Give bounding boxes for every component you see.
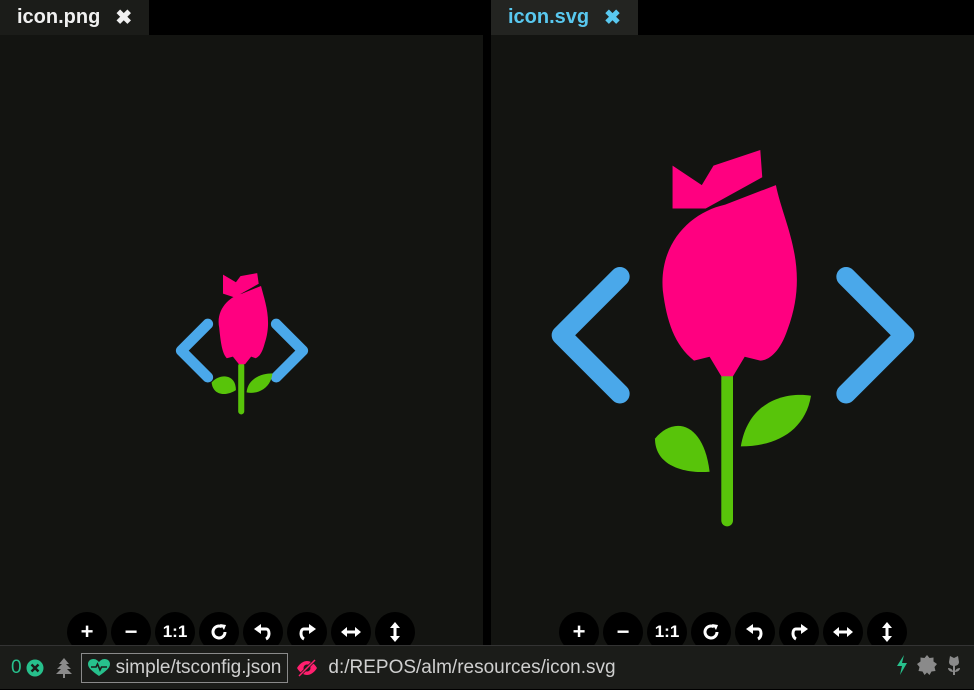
bolt-icon[interactable]	[896, 655, 908, 681]
file-path: d:/REPOS/alm/resources/icon.svg	[328, 656, 616, 678]
flip-vertical-icon	[390, 622, 400, 642]
image-pane-png: icon.png ✖ + − 1:1	[0, 0, 483, 645]
rose-icon[interactable]	[946, 655, 962, 681]
flip-vertical-button[interactable]	[375, 612, 415, 645]
actual-size-button[interactable]: 1:1	[155, 612, 195, 645]
rotate-left-icon	[254, 624, 271, 641]
rotate-right-button[interactable]	[779, 612, 819, 645]
zoom-out-button[interactable]: −	[111, 612, 151, 645]
tab-icon-png[interactable]: icon.png ✖	[0, 0, 149, 35]
rose-code-graphic	[551, 150, 915, 527]
rotate-right-icon	[299, 624, 316, 641]
flip-horizontal-icon	[341, 627, 361, 637]
actual-size-icon: 1:1	[162, 622, 188, 641]
flip-horizontal-icon	[833, 627, 853, 637]
tree-icon[interactable]	[55, 657, 73, 678]
reset-button[interactable]	[199, 612, 239, 645]
error-count[interactable]: 0	[11, 657, 22, 679]
minus-icon: −	[124, 619, 138, 644]
flip-vertical-button[interactable]	[867, 612, 907, 645]
rose-code-image	[551, 150, 915, 527]
error-icon[interactable]	[26, 659, 44, 677]
certificate-icon[interactable]	[917, 655, 937, 681]
tab-title: icon.svg	[508, 6, 590, 28]
rose-code-image	[175, 273, 309, 415]
image-pane-svg: icon.svg ✖ + − 1:1	[491, 0, 974, 645]
zoom-out-button[interactable]: −	[603, 612, 643, 645]
active-project-config[interactable]: simple/tsconfig.json	[80, 652, 289, 683]
reset-button[interactable]	[691, 612, 731, 645]
rotate-right-button[interactable]	[287, 612, 327, 645]
plus-icon: +	[80, 619, 94, 644]
close-icon[interactable]: ✖	[115, 8, 132, 28]
tab-title: icon.png	[17, 6, 101, 28]
image-viewer[interactable]: + − 1:1	[0, 35, 483, 645]
image-toolbar: + − 1:1	[559, 610, 911, 645]
flip-horizontal-button[interactable]	[331, 612, 371, 645]
flip-vertical-icon	[882, 622, 892, 642]
rotate-left-button[interactable]	[735, 612, 775, 645]
heartbeat-icon	[87, 658, 110, 676]
eye-slash-icon[interactable]	[296, 658, 318, 677]
close-icon[interactable]: ✖	[604, 8, 621, 28]
reset-icon	[211, 624, 227, 640]
minus-icon: −	[616, 619, 630, 644]
flip-horizontal-button[interactable]	[823, 612, 863, 645]
actual-size-icon: 1:1	[654, 622, 680, 641]
rotate-left-icon	[746, 624, 763, 641]
tab-bar: icon.png ✖	[0, 0, 483, 35]
config-path: simple/tsconfig.json	[115, 656, 282, 678]
tab-bar: icon.svg ✖	[491, 0, 974, 35]
rotate-left-button[interactable]	[243, 612, 283, 645]
reset-icon	[703, 624, 719, 640]
rose-code-graphic	[175, 273, 309, 415]
image-toolbar: + − 1:1	[67, 610, 419, 645]
actual-size-button[interactable]: 1:1	[647, 612, 687, 645]
image-viewer[interactable]: + − 1:1	[491, 35, 974, 645]
zoom-in-button[interactable]: +	[67, 612, 107, 645]
status-bar: 0 simple/tsconfig.json d:/REPOS/alm/reso…	[0, 645, 974, 689]
plus-icon: +	[572, 619, 586, 644]
tab-icon-svg[interactable]: icon.svg ✖	[491, 0, 638, 35]
zoom-in-button[interactable]: +	[559, 612, 599, 645]
status-right-icons	[896, 646, 962, 690]
rotate-right-icon	[791, 624, 808, 641]
